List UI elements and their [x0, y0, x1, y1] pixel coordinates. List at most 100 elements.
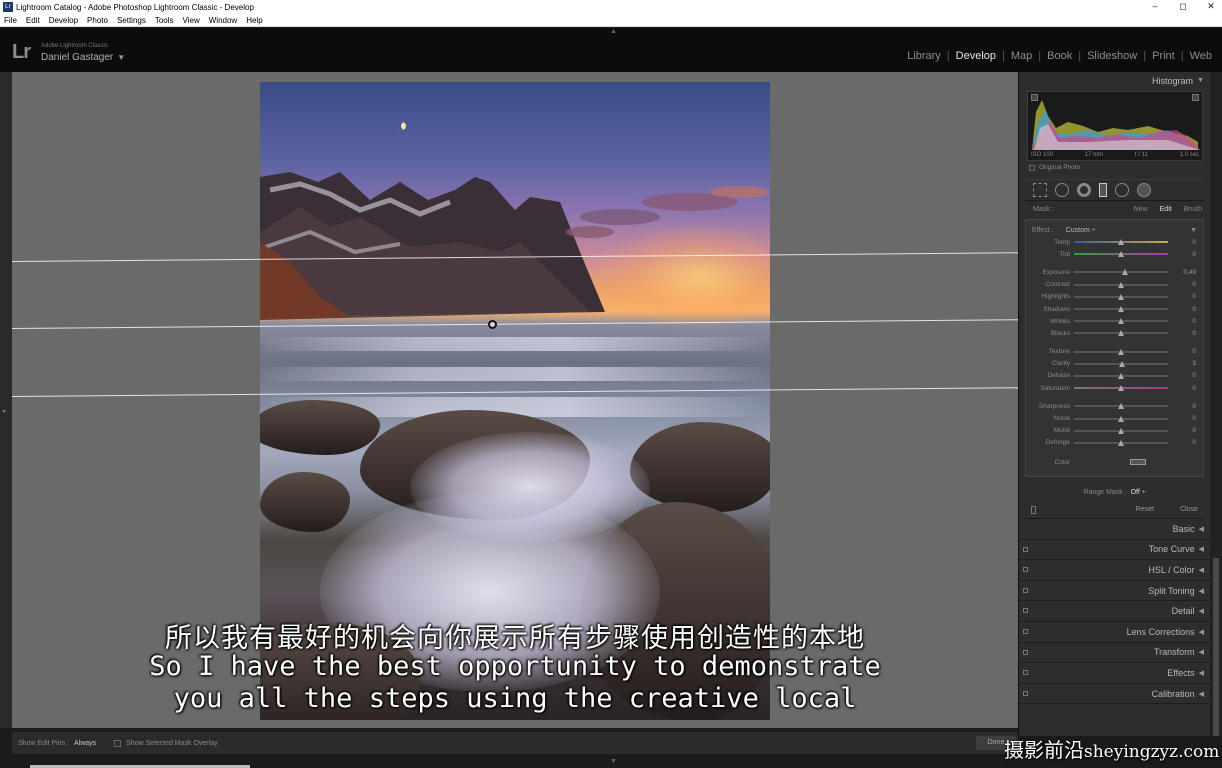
slider-value[interactable]: 3: [1168, 360, 1196, 367]
mask-edit-button[interactable]: Edit: [1160, 206, 1172, 213]
menu-tools[interactable]: Tools: [155, 16, 174, 25]
slider-track[interactable]: [1074, 403, 1168, 410]
slider-defringe[interactable]: Defringe 0: [1032, 437, 1197, 449]
slider-contrast[interactable]: Contrast 0: [1032, 279, 1197, 291]
toggle-switch-icon[interactable]: [1023, 587, 1028, 593]
slider-knob[interactable]: [1118, 427, 1124, 434]
slider-value[interactable]: 0: [1168, 415, 1196, 422]
slider-track[interactable]: [1074, 385, 1168, 392]
module-map[interactable]: Map: [1005, 50, 1038, 62]
range-mask-select[interactable]: Off ÷: [1131, 489, 1146, 496]
slider-knob[interactable]: [1118, 239, 1124, 246]
slider-knob[interactable]: [1118, 293, 1124, 300]
slider-value[interactable]: 0: [1168, 427, 1196, 434]
slider-whites[interactable]: Whites 0: [1032, 315, 1197, 327]
graduated-filter-tool-icon[interactable]: [1099, 183, 1107, 197]
slider-saturation[interactable]: Saturation 0: [1032, 382, 1197, 394]
slider-knob[interactable]: [1118, 439, 1124, 446]
menu-settings[interactable]: Settings: [117, 16, 146, 25]
module-web[interactable]: Web: [1184, 50, 1218, 62]
close-window-button[interactable]: ✕: [1196, 0, 1222, 14]
section-hsl-color[interactable]: HSL / Color ◀: [1019, 560, 1210, 581]
toggle-switch-icon[interactable]: [1023, 649, 1028, 655]
slider-track[interactable]: [1074, 239, 1168, 246]
mask-overlay-checkbox[interactable]: [114, 739, 122, 747]
slider-value[interactable]: 0: [1168, 385, 1196, 392]
menu-window[interactable]: Window: [209, 16, 237, 25]
slider-value[interactable]: 0: [1168, 293, 1196, 300]
radial-filter-tool-icon[interactable]: [1115, 183, 1129, 197]
slider-track[interactable]: [1074, 281, 1168, 288]
slider-value[interactable]: 0: [1168, 318, 1196, 325]
adjustment-brush-tool-icon[interactable]: [1137, 183, 1151, 197]
slider-knob[interactable]: [1118, 348, 1124, 355]
slider-knob[interactable]: [1118, 385, 1124, 392]
section-lens-corrections[interactable]: Lens Corrections ◀: [1019, 622, 1210, 643]
section-effects[interactable]: Effects ◀: [1019, 663, 1210, 684]
histogram-header[interactable]: Histogram ▼: [1019, 72, 1210, 89]
effect-collapse-icon[interactable]: ▼: [1190, 227, 1197, 234]
mask-brush-button[interactable]: Brush: [1184, 206, 1202, 213]
minimize-button[interactable]: –: [1140, 0, 1170, 14]
slider-noise[interactable]: Noise 0: [1032, 412, 1197, 424]
slider-highlights[interactable]: Highlights 0: [1032, 291, 1197, 303]
menu-photo[interactable]: Photo: [87, 16, 108, 25]
left-panel-collapsed[interactable]: ▸: [0, 72, 12, 728]
slider-track[interactable]: [1074, 251, 1168, 258]
toggle-switch-icon[interactable]: [1023, 546, 1028, 552]
toggle-switch-icon[interactable]: [1023, 567, 1028, 573]
slider-dehaze[interactable]: Dehaze 0: [1032, 370, 1197, 382]
slider-sharpness[interactable]: Sharpness 0: [1032, 400, 1197, 412]
histogram[interactable]: ISO 100 17 mm f / 11 1,0 sec: [1027, 91, 1203, 161]
menu-help[interactable]: Help: [246, 16, 262, 25]
panel-switch-icon[interactable]: [1031, 505, 1036, 514]
section-split-toning[interactable]: Split Toning ◀: [1019, 581, 1210, 602]
slider-knob[interactable]: [1118, 415, 1124, 422]
toggle-switch-icon[interactable]: [1023, 608, 1028, 614]
section-basic[interactable]: Basic ◀: [1019, 519, 1210, 540]
module-library[interactable]: Library: [901, 50, 947, 62]
slider-knob[interactable]: [1118, 330, 1124, 337]
module-slideshow[interactable]: Slideshow: [1081, 50, 1143, 62]
slider-knob[interactable]: [1118, 318, 1124, 325]
effect-preset-select[interactable]: Custom ÷: [1066, 227, 1096, 234]
slider-knob[interactable]: [1118, 372, 1124, 379]
toggle-switch-icon[interactable]: [1023, 670, 1028, 676]
slider-value[interactable]: 0: [1168, 372, 1196, 379]
filmstrip-toggle-icon[interactable]: ▼: [610, 758, 617, 765]
slider-value[interactable]: 0: [1168, 251, 1196, 258]
menu-develop[interactable]: Develop: [49, 16, 78, 25]
slider-track[interactable]: [1074, 415, 1168, 422]
expand-left-panel-icon[interactable]: ▸: [3, 407, 7, 415]
section-detail[interactable]: Detail ◀: [1019, 601, 1210, 622]
slider-value[interactable]: 0: [1168, 403, 1196, 410]
slider-knob[interactable]: [1118, 403, 1124, 410]
section-transform[interactable]: Transform ◀: [1019, 643, 1210, 664]
slider-knob[interactable]: [1119, 360, 1126, 367]
reset-button[interactable]: Reset: [1136, 506, 1154, 513]
red-eye-tool-icon[interactable]: [1077, 183, 1091, 197]
slider-track[interactable]: [1074, 360, 1168, 367]
slider-value[interactable]: 0: [1168, 239, 1196, 246]
slider-value[interactable]: 0: [1168, 330, 1196, 337]
panel-scrollbar[interactable]: [1210, 72, 1222, 736]
slider-clarity[interactable]: Clarity 3: [1032, 358, 1197, 370]
section-calibration[interactable]: Calibration ◀: [1019, 684, 1210, 705]
top-panel-toggle-icon[interactable]: ▲: [610, 28, 617, 35]
color-swatch[interactable]: [1130, 459, 1146, 465]
maximize-button[interactable]: ◻: [1168, 0, 1198, 14]
menu-edit[interactable]: Edit: [26, 16, 40, 25]
slider-value[interactable]: 0,49: [1168, 269, 1196, 276]
graduated-filter-pin[interactable]: [488, 320, 497, 329]
slider-track[interactable]: [1074, 372, 1168, 379]
original-photo-checkbox[interactable]: [1029, 164, 1035, 171]
module-print[interactable]: Print: [1146, 50, 1181, 62]
show-edit-pins-select[interactable]: Always: [74, 740, 96, 747]
slider-track[interactable]: [1074, 439, 1168, 446]
module-book[interactable]: Book: [1041, 50, 1078, 62]
section-tone-curve[interactable]: Tone Curve ◀: [1019, 540, 1210, 561]
spot-removal-tool-icon[interactable]: [1055, 183, 1069, 197]
slider-knob[interactable]: [1118, 251, 1124, 258]
user-name[interactable]: Daniel Gastager ▼: [41, 52, 125, 63]
original-photo-toggle[interactable]: Original Photo: [1029, 164, 1210, 171]
